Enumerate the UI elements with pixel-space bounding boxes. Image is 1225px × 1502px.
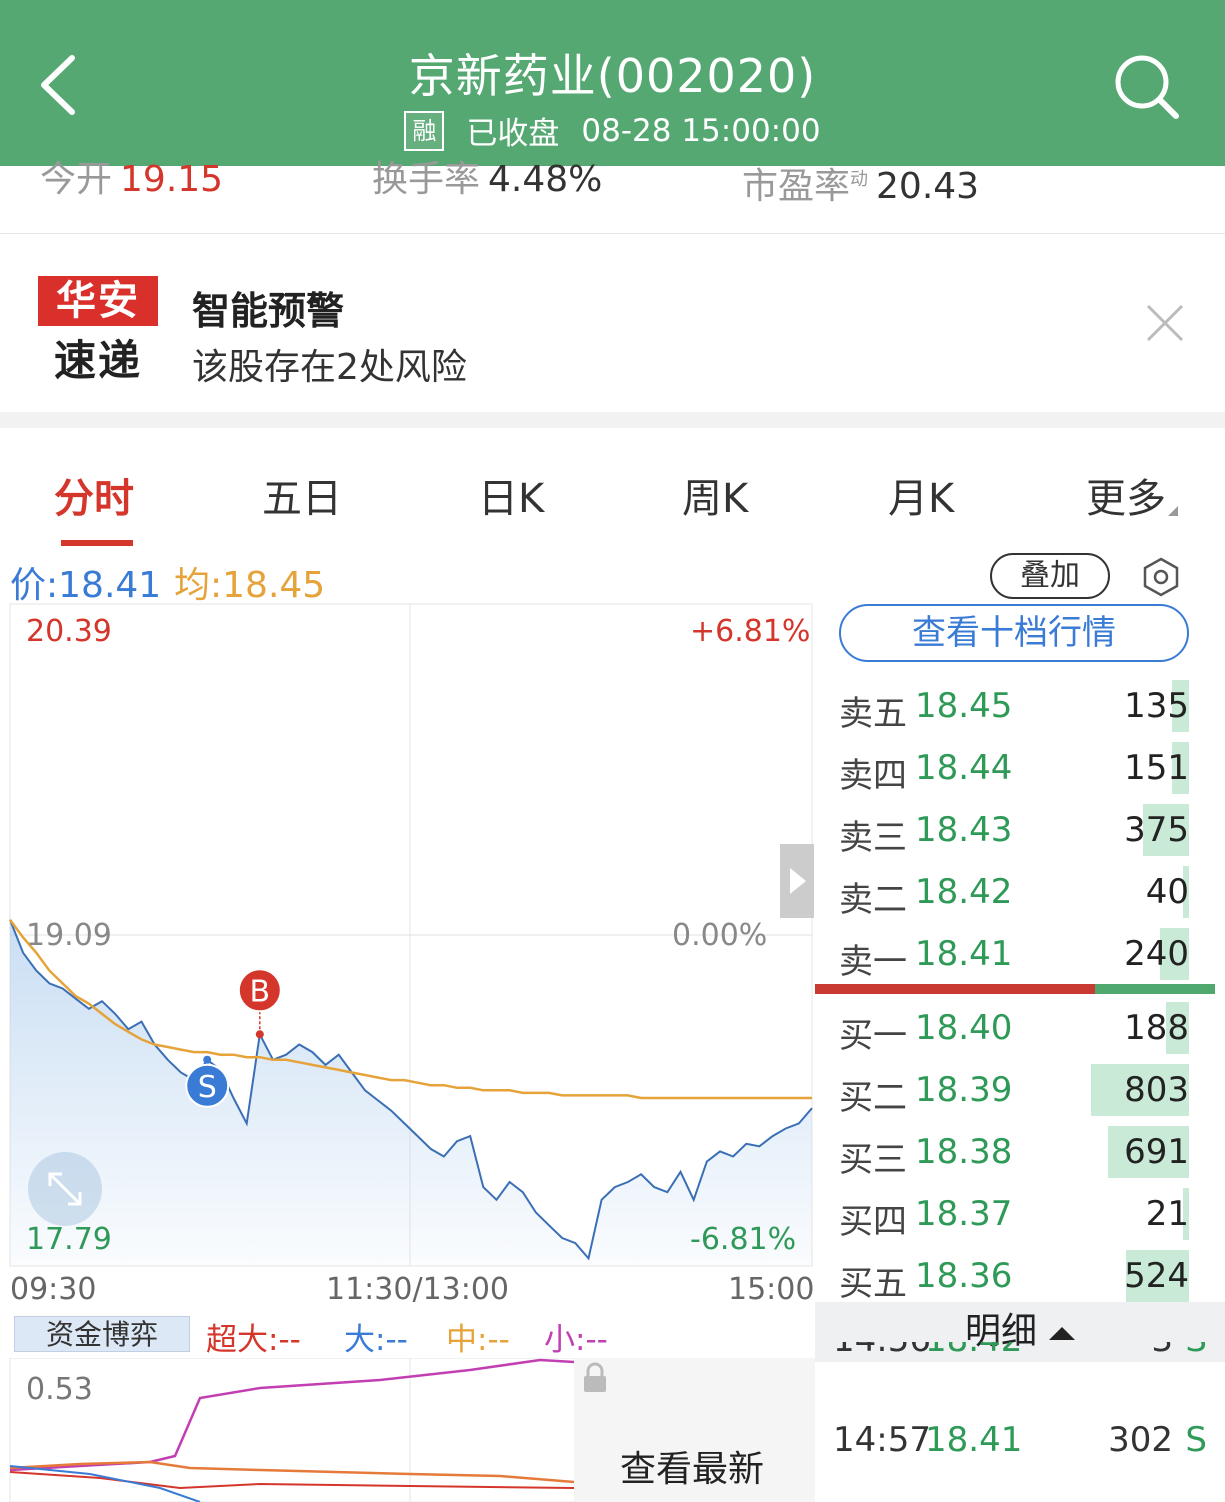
huaan-logo-bottom: 速递 [53, 336, 142, 385]
chart-period-tabs: 分时 五日 日K 周K 月K 更多 [0, 440, 1225, 550]
fund-flow-value: 0.53 [26, 1372, 93, 1407]
y-label-high: 20.39 [26, 614, 112, 649]
fund-small: 小:-- [544, 1322, 608, 1358]
fund-large-line [9, 1465, 201, 1502]
more-caret-icon [1168, 506, 1178, 516]
caret-up-icon [1049, 1326, 1075, 1340]
tab-intraday[interactable]: 分时 [54, 466, 134, 524]
status-text: 已收盘 [466, 116, 560, 152]
stat-turnover: 换手率 4.48% [372, 160, 603, 200]
bid-row: 买五 18.36 524 [815, 1250, 1225, 1308]
chart-collapse-handle[interactable] [780, 844, 814, 918]
marker-b-dot [255, 1030, 264, 1039]
stat-pe: 市盈率动 20.43 [742, 166, 980, 207]
margin-badge: 融 [404, 110, 445, 151]
buy-sell-ratio-green [1095, 984, 1215, 994]
settings-icon[interactable] [1140, 556, 1182, 598]
ask-row: 卖二 18.42 40 [815, 866, 1225, 924]
intraday-chart-svg: SB [8, 603, 813, 1267]
buy-sell-ratio-red [815, 984, 1095, 994]
trade-tick-row: 14:56 18.42 3 S [815, 1342, 1225, 1376]
search-icon[interactable] [1112, 52, 1182, 122]
bid-row: 买二 18.39 803 [815, 1064, 1225, 1122]
fund-large: 大:-- [344, 1322, 408, 1358]
fund-flow-header: 资金博弈 超大:-- 大:-- 中:-- 小:-- [0, 1310, 815, 1358]
close-icon[interactable] [1144, 302, 1186, 344]
risk-alert-banner[interactable] [0, 236, 1225, 412]
x-label-open: 09:30 [10, 1272, 97, 1307]
tab-more[interactable]: 更多 [1086, 466, 1178, 524]
bid-row: 买四 18.37 21 [815, 1188, 1225, 1246]
overlay-button[interactable]: 叠加 [990, 553, 1110, 599]
alert-description: 该股存在2处风险 [192, 347, 467, 388]
active-tab-indicator [61, 540, 133, 546]
bid-row: 买一 18.40 188 [815, 1002, 1225, 1060]
fund-medium: 中:-- [446, 1322, 510, 1358]
market-status: 融 已收盘 08-28 15:00:00 [0, 108, 1225, 153]
fund-flow-tab[interactable]: 资金博弈 [14, 1316, 190, 1352]
marker-b-label: B [250, 974, 271, 1009]
x-label-midday: 11:30/13:00 [326, 1272, 510, 1307]
marker-s-label: S [198, 1070, 217, 1105]
intraday-chart[interactable]: SB 20.39 19.09 17.79 +6.81% 0.00% -6.81%… [0, 600, 815, 1310]
pct-label-low: -6.81% [690, 1222, 797, 1257]
ask-row: 卖三 18.43 375 [815, 804, 1225, 862]
alert-title: 智能预警 [192, 289, 345, 333]
order-book: 查看十档行情 卖五 18.45 135 卖四 18.44 151 卖三 18.4… [815, 600, 1225, 1362]
pct-label-high: +6.81% [690, 614, 811, 649]
price-area-fill [10, 919, 812, 1266]
marker-s-dot [203, 1055, 212, 1064]
lock-icon [584, 1362, 606, 1392]
tab-five-day[interactable]: 五日 [262, 466, 342, 524]
view-latest-text: 查看最新 [620, 1449, 765, 1490]
bid-row: 买三 18.38 691 [815, 1126, 1225, 1184]
expand-icon[interactable] [28, 1152, 102, 1226]
huaan-logo-top: 华安 [38, 276, 158, 326]
ask-row: 卖五 18.45 135 [815, 680, 1225, 738]
y-label-prev-close: 19.09 [26, 918, 112, 953]
y-label-low: 17.79 [26, 1222, 112, 1257]
status-datetime: 08-28 15:00:00 [581, 112, 821, 149]
fund-small-line [9, 1358, 575, 1472]
tab-weekly-k[interactable]: 周K [682, 466, 748, 524]
pct-label-zero: 0.00% [672, 918, 768, 953]
quote-stats-row: 今开 19.15 换手率 4.48% 市盈率动 20.43 [0, 160, 1225, 234]
x-label-close: 15:00 [728, 1272, 815, 1307]
view-ten-levels-button[interactable]: 查看十档行情 [839, 604, 1189, 662]
stock-title: 京新药业(002020) [408, 49, 817, 103]
fund-super-large: 超大:-- [206, 1322, 301, 1358]
trade-tick-row: 14:57 18.41 302 S [833, 1420, 1207, 1460]
ask-row: 卖一 18.41 240 [815, 928, 1225, 986]
stat-open: 今开 19.15 [40, 160, 224, 200]
tab-daily-k[interactable]: 日K [478, 466, 544, 524]
tab-monthly-k[interactable]: 月K [888, 466, 954, 524]
section-divider [0, 412, 1225, 428]
app-header: 京新药业(002020) 融 已收盘 08-28 15:00:00 [0, 0, 1225, 166]
ask-row: 卖四 18.44 151 [815, 742, 1225, 800]
